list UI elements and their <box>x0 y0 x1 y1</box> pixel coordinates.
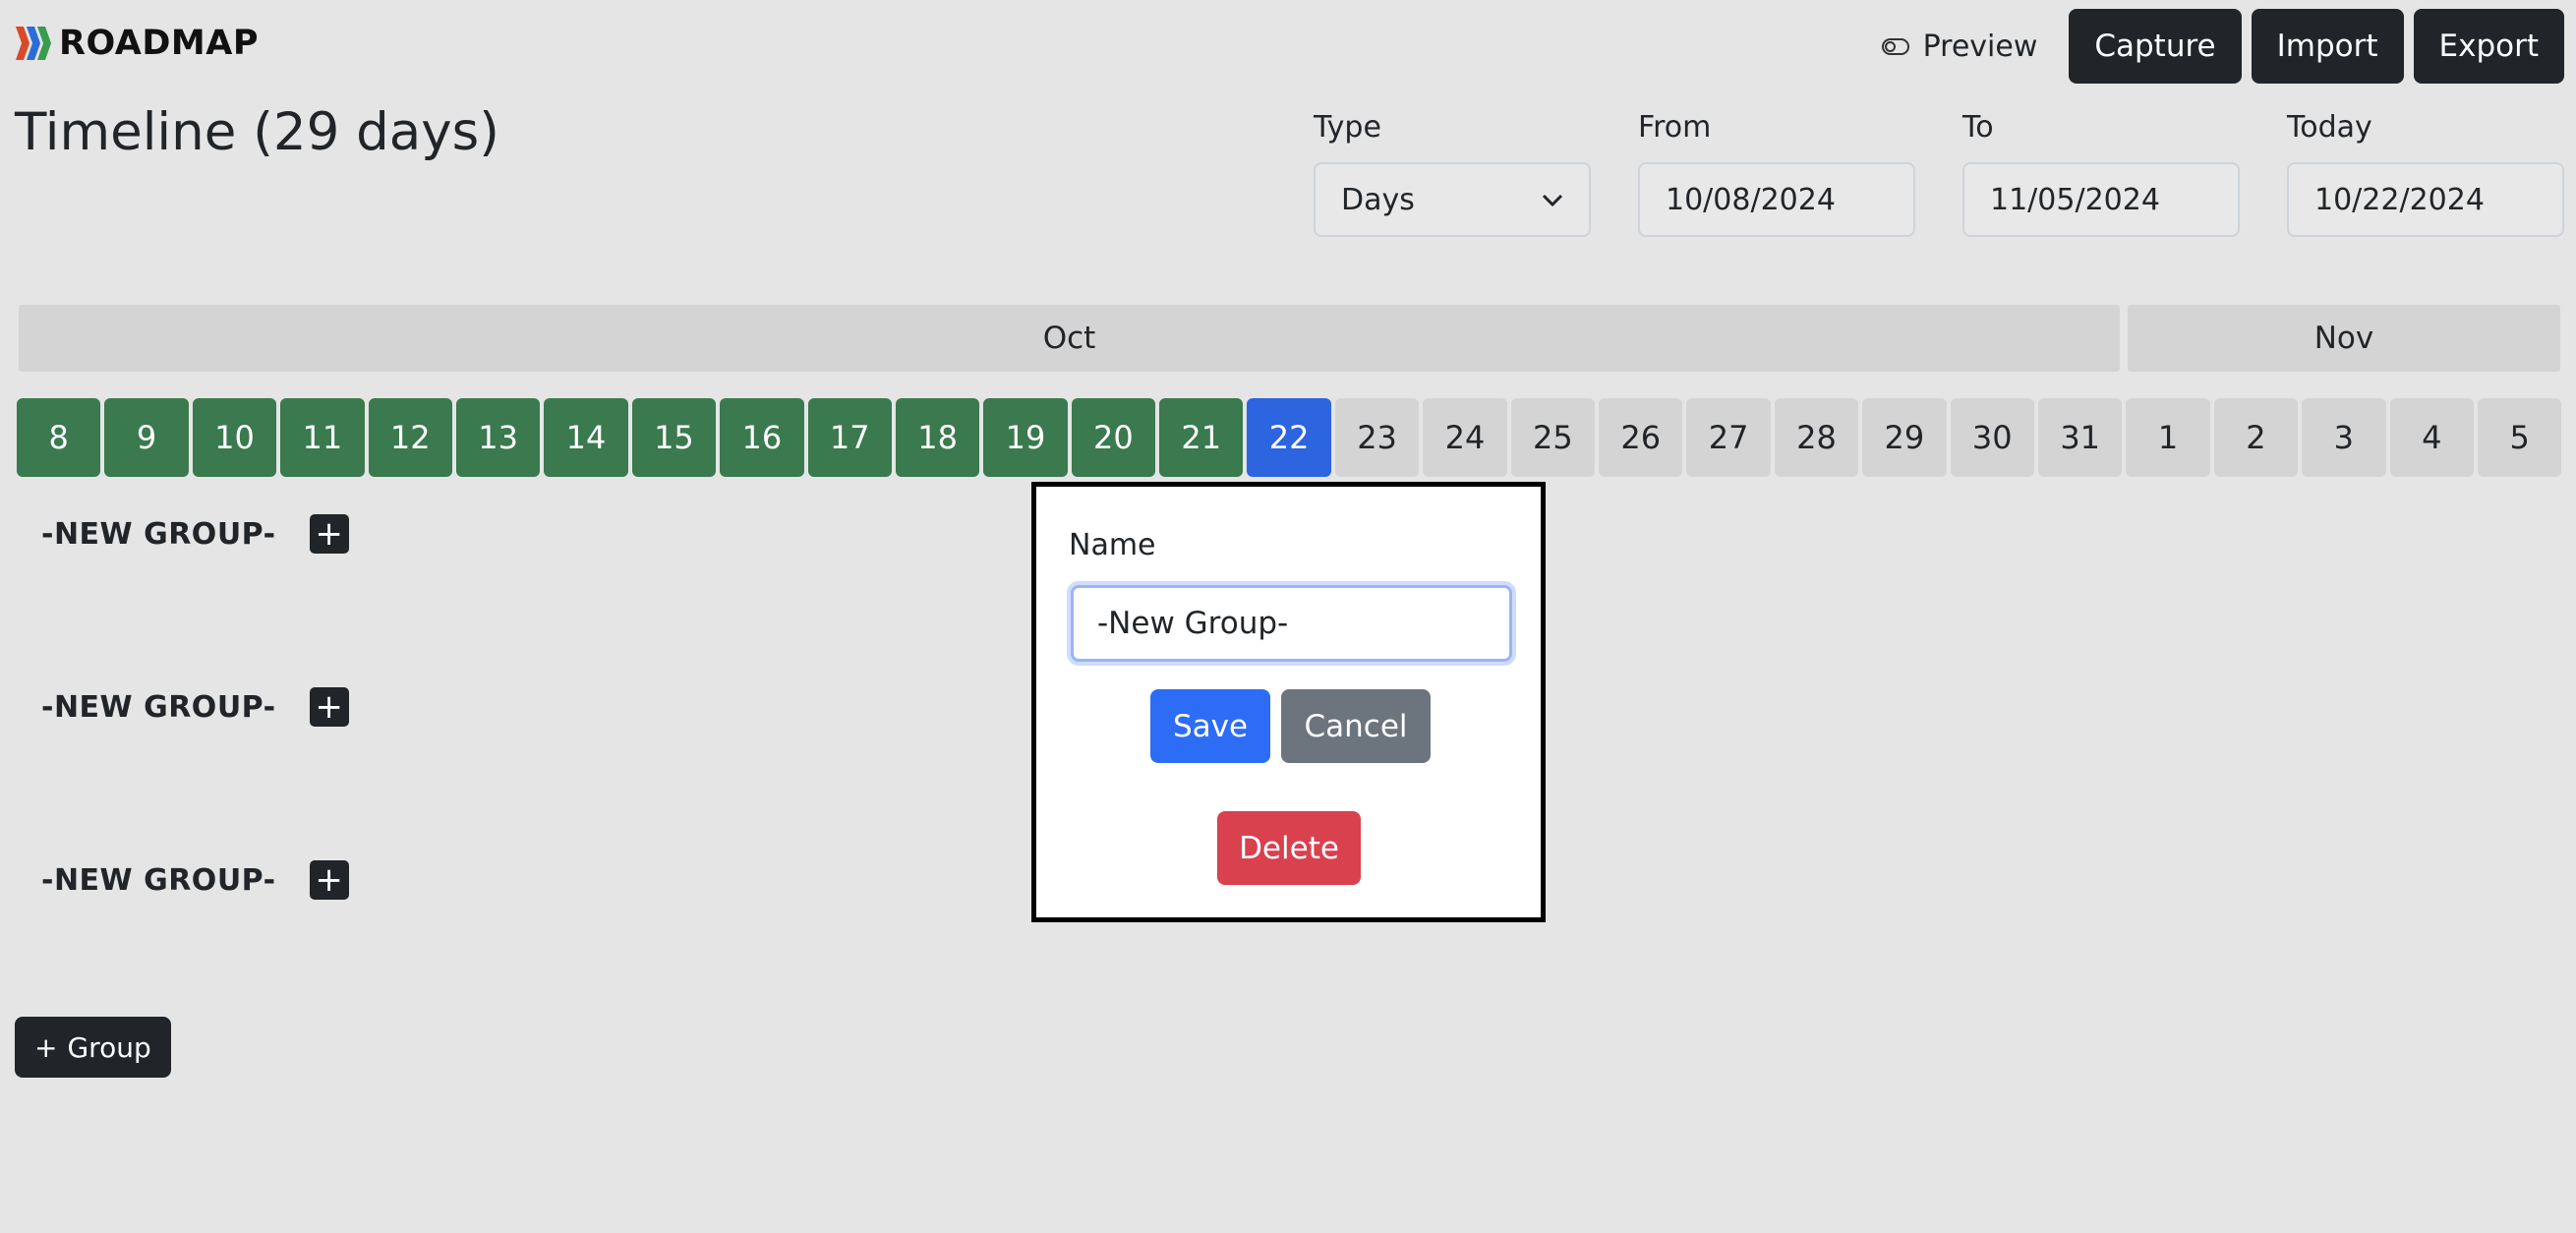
to-date-input[interactable]: 11/05/2024 <box>1962 162 2240 237</box>
add-item-button[interactable]: + <box>309 860 349 900</box>
edit-group-dialog: Name Save Cancel Delete <box>1031 482 1546 922</box>
day-cell[interactable]: 4 <box>2389 398 2474 477</box>
day-cell[interactable]: 31 <box>2037 398 2123 477</box>
month-header-nov: Nov <box>2128 305 2560 372</box>
group-row: -NEW GROUP- + <box>41 514 349 554</box>
add-item-button[interactable]: + <box>309 687 349 727</box>
day-cell[interactable]: 21 <box>1159 398 1244 477</box>
add-item-button[interactable]: + <box>309 514 349 554</box>
export-button[interactable]: Export <box>2413 9 2564 84</box>
to-field: To 11/05/2024 <box>1962 110 2240 237</box>
day-cell[interactable]: 3 <box>2302 398 2386 477</box>
today-label: Today <box>2287 110 2372 145</box>
day-cell[interactable]: 1 <box>2126 398 2210 477</box>
today-date-input[interactable]: 10/22/2024 <box>2287 162 2564 237</box>
today-value: 10/22/2024 <box>2314 182 2485 217</box>
from-value: 10/08/2024 <box>1666 182 1836 217</box>
month-header-oct: Oct <box>19 305 2120 372</box>
plus-icon: + <box>34 1030 58 1064</box>
day-cell[interactable]: 28 <box>1774 398 1859 477</box>
header-actions: Preview Capture Import Export <box>1881 9 2564 84</box>
brand: ROADMAP <box>16 24 259 63</box>
page-title: Timeline (29 days) <box>15 102 499 162</box>
preview-label: Preview <box>1922 29 2038 64</box>
from-date-input[interactable]: 10/08/2024 <box>1638 162 1915 237</box>
save-button[interactable]: Save <box>1150 689 1270 763</box>
from-label: From <box>1638 110 1712 145</box>
group-name[interactable]: -NEW GROUP- <box>41 517 276 552</box>
day-cell[interactable]: 23 <box>1334 398 1420 477</box>
preview-toggle[interactable]: Preview <box>1881 29 2038 64</box>
day-cell[interactable]: 14 <box>544 398 628 477</box>
type-field: Type Days <box>1314 110 1591 237</box>
to-value: 11/05/2024 <box>1990 182 2160 217</box>
group-name[interactable]: -NEW GROUP- <box>41 863 276 898</box>
day-cell[interactable]: 9 <box>104 398 189 477</box>
add-group-button[interactable]: + Group <box>15 1017 171 1078</box>
day-cell[interactable]: 27 <box>1686 398 1771 477</box>
app-name: ROADMAP <box>59 24 259 63</box>
group-name[interactable]: -NEW GROUP- <box>41 690 276 725</box>
type-label: Type <box>1314 110 1381 145</box>
type-value: Days <box>1341 182 1415 217</box>
name-label: Name <box>1069 528 1156 562</box>
day-cell[interactable]: 13 <box>455 398 541 477</box>
capture-button[interactable]: Capture <box>2069 9 2242 84</box>
group-row: -NEW GROUP- + <box>41 687 349 727</box>
day-cell[interactable]: 18 <box>895 398 980 477</box>
today-field: Today 10/22/2024 <box>2287 110 2564 237</box>
day-cell[interactable]: 26 <box>1599 398 1683 477</box>
day-cell[interactable]: 17 <box>807 398 892 477</box>
day-cell[interactable]: 2 <box>2213 398 2299 477</box>
toggle-icon <box>1881 37 1909 55</box>
import-button[interactable]: Import <box>2251 9 2404 84</box>
from-field: From 10/08/2024 <box>1638 110 1915 237</box>
day-row: 8 9 10 11 12 13 14 15 16 17 18 19 20 21 22 23 24 25 26 27 28… <box>17 398 2562 477</box>
to-label: To <box>1962 110 1994 145</box>
day-cell[interactable]: 11 <box>280 398 365 477</box>
group-name-input[interactable] <box>1071 585 1512 662</box>
day-cell[interactable]: 16 <box>720 398 804 477</box>
day-cell[interactable]: 30 <box>1950 398 2034 477</box>
day-cell[interactable]: 29 <box>1862 398 1947 477</box>
day-cell[interactable]: 25 <box>1510 398 1596 477</box>
cancel-button[interactable]: Cancel <box>1281 689 1431 763</box>
roadmap-logo-icon <box>16 27 53 60</box>
day-cell[interactable]: 10 <box>192 398 277 477</box>
day-cell[interactable]: 19 <box>983 398 1068 477</box>
day-cell[interactable]: 24 <box>1423 398 1507 477</box>
day-cell[interactable]: 12 <box>368 398 452 477</box>
day-cell[interactable]: 15 <box>631 398 717 477</box>
chevron-down-icon <box>1542 186 1563 213</box>
add-group-label: Group <box>67 1030 151 1064</box>
day-cell[interactable]: 20 <box>1071 398 1156 477</box>
day-cell-today[interactable]: 22 <box>1247 398 1331 477</box>
day-cell[interactable]: 5 <box>2477 398 2562 477</box>
day-cell[interactable]: 8 <box>17 398 101 477</box>
delete-button[interactable]: Delete <box>1217 811 1361 885</box>
group-row: -NEW GROUP- + <box>41 860 349 900</box>
type-select[interactable]: Days <box>1314 162 1591 237</box>
